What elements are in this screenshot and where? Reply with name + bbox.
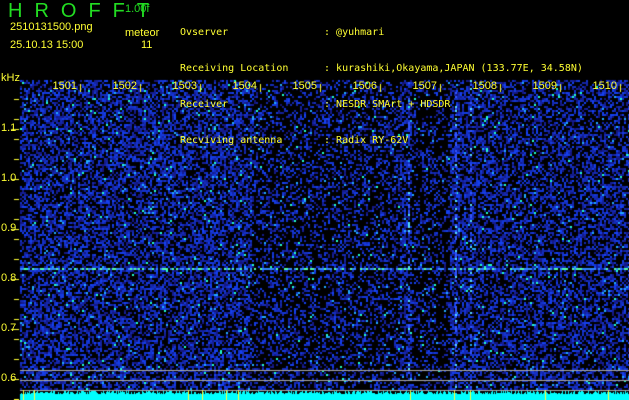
info-value: NESDR SMArt + HDSDR (336, 99, 451, 110)
info-value: Radix RY-62V (336, 135, 409, 146)
timestamp-label: 25.10.13 15:00 (10, 39, 84, 51)
y-tick-label: 0.9 (1, 222, 17, 234)
meteor-label: meteor (125, 27, 160, 39)
info-label: Recviving antenna (180, 135, 283, 146)
info-row-location: Receiving Location: kurashiki,Okayama,JA… (180, 63, 583, 74)
y-tick-label: 0.6 (1, 372, 17, 384)
x-tick-label: 1504 (232, 80, 257, 92)
info-label: Receiving Location (180, 63, 289, 74)
y-tick-label: 0.7 (1, 322, 17, 334)
x-tick-label: 1510 (592, 80, 617, 92)
x-tick-label: 1509 (532, 80, 557, 92)
info-label: Receiver (180, 99, 229, 110)
info-label: Ovserver (180, 27, 229, 38)
x-tick-label: 1505 (292, 80, 317, 92)
x-tick-label: 1506 (352, 80, 377, 92)
y-tick-label: 1.1 (1, 122, 17, 134)
y-tick-label: 1.0 (1, 172, 17, 184)
version-label: 1.00f (125, 3, 150, 15)
info-row-antenna: Recviving antenna: Radix RY-62V (180, 135, 409, 146)
info-value: @yuhmari (336, 27, 385, 38)
x-tick-label: 1502 (112, 80, 137, 92)
meteor-count: 11 (141, 39, 153, 51)
x-tick-label: 1508 (472, 80, 497, 92)
info-row-receiver: Receiver: NESDR SMArt + HDSDR (180, 99, 451, 110)
info-row-observer: Ovserver: @yuhmari (180, 27, 385, 38)
x-tick-label: 1501 (52, 80, 77, 92)
info-value: kurashiki,Okayama,JAPAN (133.77E, 34.58N… (336, 63, 583, 74)
y-tick-label: 0.8 (1, 272, 17, 284)
filename-label: 2510131500.png (10, 21, 93, 33)
x-tick-label: 1503 (172, 80, 197, 92)
x-tick-label: 1507 (412, 80, 437, 92)
y-unit-label: kHz (1, 72, 20, 84)
